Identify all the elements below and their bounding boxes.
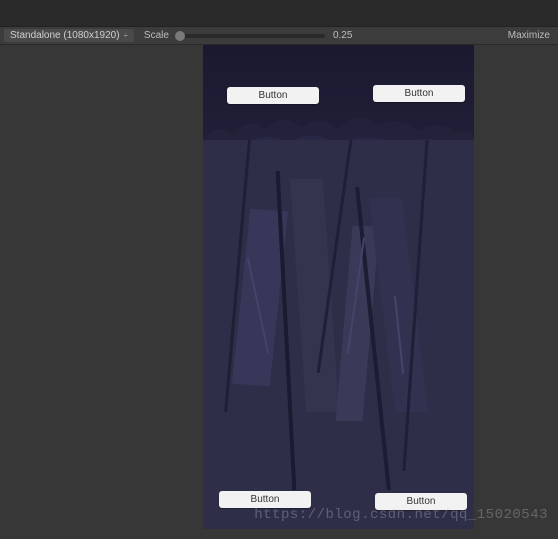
scale-label: Scale xyxy=(144,30,169,41)
ui-button-bottom-left[interactable]: Button xyxy=(219,491,311,508)
scale-slider[interactable] xyxy=(175,34,325,38)
game-viewport: Button Button Button Button xyxy=(203,45,474,529)
scale-value: 0.25 xyxy=(333,30,352,41)
editor-top-strip xyxy=(0,0,558,27)
dropdown-arrow-icon: ÷ xyxy=(124,31,128,40)
maximize-button[interactable]: Maximize xyxy=(504,29,554,42)
game-view-toolbar: Standalone (1080x1920) ÷ Scale 0.25 Maxi… xyxy=(0,27,558,45)
rock-wall-background xyxy=(203,140,474,529)
resolution-label: Standalone (1080x1920) xyxy=(10,30,120,41)
ui-button-bottom-right[interactable]: Button xyxy=(375,493,467,510)
ui-button-top-left[interactable]: Button xyxy=(227,87,319,104)
scale-slider-thumb[interactable] xyxy=(175,31,185,41)
ui-button-top-right[interactable]: Button xyxy=(373,85,465,102)
resolution-dropdown[interactable]: Standalone (1080x1920) ÷ xyxy=(4,29,134,42)
